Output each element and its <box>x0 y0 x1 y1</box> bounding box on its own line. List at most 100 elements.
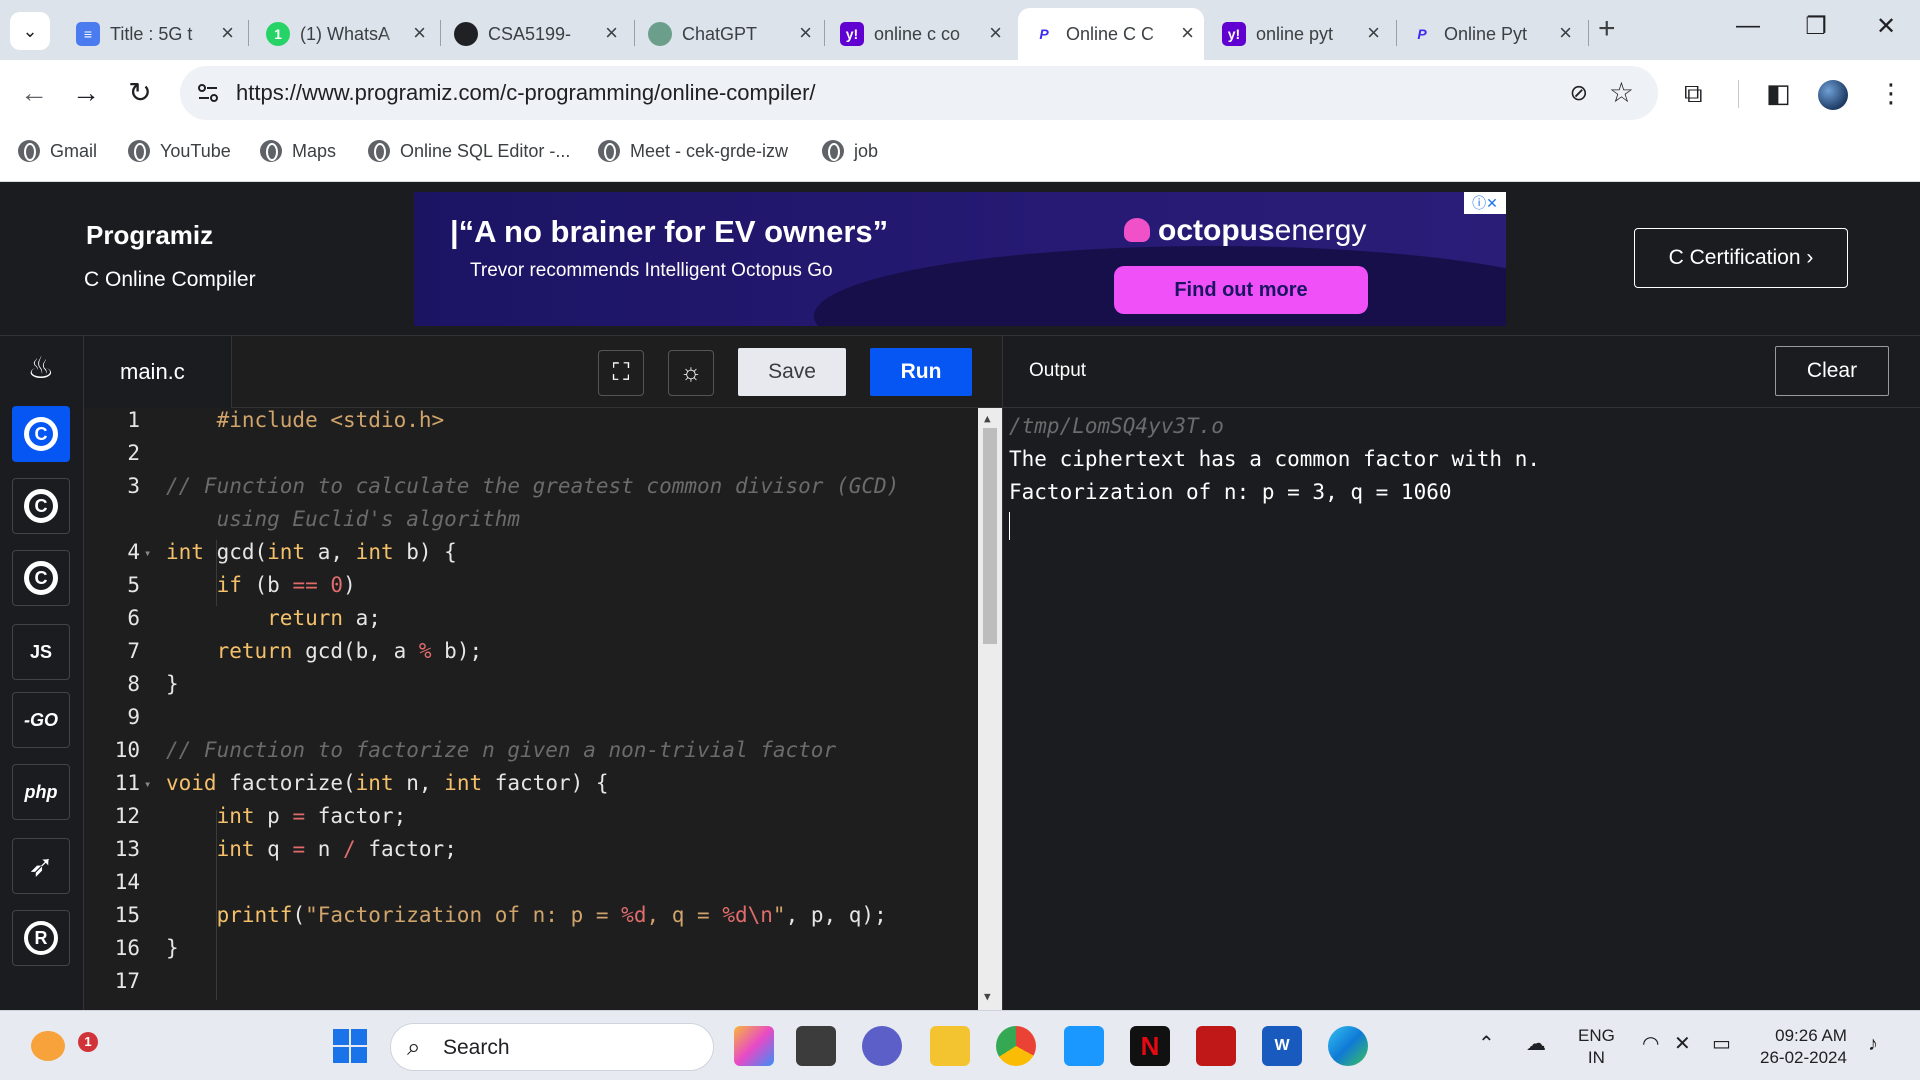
notification-bell-icon[interactable]: ♪ <box>1868 1033 1878 1055</box>
close-window-button[interactable]: ✕ <box>1866 12 1906 41</box>
text-caret <box>1009 512 1010 540</box>
close-icon[interactable]: × <box>989 22 1002 44</box>
language-csharp-icon[interactable]: C <box>12 550 70 606</box>
file-tab-main-c[interactable]: main.c <box>84 336 232 408</box>
forward-button[interactable]: → <box>68 76 104 110</box>
close-icon[interactable]: × <box>1181 22 1194 44</box>
eye-slash-icon[interactable]: ⊘ <box>1570 80 1588 106</box>
site-info-icon[interactable] <box>196 81 220 105</box>
browser-tab-active[interactable]: P Online C C × <box>1018 8 1204 60</box>
language-indicator[interactable]: ENG IN <box>1578 1025 1615 1069</box>
language-go-icon[interactable]: -GO <box>12 692 70 748</box>
code-editor[interactable]: 1 2 3 4 5 6 7 8 9 10 11 12 13 14 15 16 17 ▾ ▾ #include <st… <box>84 408 1002 1010</box>
mcafee-icon[interactable] <box>1196 1026 1236 1066</box>
close-icon[interactable]: × <box>799 22 812 44</box>
side-panel-icon[interactable]: ◧ <box>1766 78 1791 109</box>
taskbar-search-input[interactable]: ⌕ Search <box>390 1023 714 1071</box>
toolbar-divider <box>1738 80 1739 108</box>
scrollbar-thumb[interactable] <box>983 428 997 644</box>
tab-title: online c co <box>874 23 961 44</box>
browser-tab[interactable]: 1 (1) WhatsA × <box>258 8 436 60</box>
onedrive-cloud-icon[interactable]: ☁ <box>1526 1033 1546 1055</box>
file-explorer-icon[interactable] <box>930 1026 970 1066</box>
browser-tab[interactable]: y! online c co × <box>834 8 1012 60</box>
globe-icon <box>128 140 150 162</box>
speaker-muted-icon[interactable]: ✕ <box>1674 1033 1691 1055</box>
task-view-icon[interactable] <box>796 1026 836 1066</box>
fold-arrow-icon[interactable]: ▾ <box>144 777 151 791</box>
close-icon[interactable]: × <box>221 22 234 44</box>
clock[interactable]: 09:26 AM 26-02-2024 <box>1760 1025 1847 1069</box>
bookmark-sql-editor[interactable]: Online SQL Editor -... <box>368 140 570 162</box>
close-icon[interactable]: × <box>1367 22 1380 44</box>
start-button[interactable] <box>330 1026 370 1066</box>
run-button[interactable]: Run <box>870 348 972 396</box>
show-hidden-icons-chevron-up-icon[interactable]: ⌃ <box>1478 1033 1495 1055</box>
close-icon[interactable]: × <box>1559 22 1572 44</box>
browser-tab[interactable]: y! online pyt × <box>1212 8 1390 60</box>
language-cpp-icon[interactable]: C <box>12 478 70 534</box>
menu-kebab-icon[interactable]: ⋮ <box>1878 78 1904 109</box>
language-swift-icon[interactable]: ➶ <box>12 838 70 894</box>
globe-icon <box>18 140 40 162</box>
close-icon[interactable]: × <box>605 22 618 44</box>
advertisement-banner[interactable]: |“A no brainer for EV owners” Trevor rec… <box>414 192 1506 326</box>
edge-icon[interactable] <box>1328 1026 1368 1066</box>
scroll-down-arrow-icon[interactable]: ▼ <box>984 990 991 1003</box>
bookmark-meet[interactable]: Meet - cek-grde-izw <box>598 140 788 162</box>
browser-tab[interactable]: CSA5199- × <box>450 8 628 60</box>
ad-find-out-more-button[interactable]: Find out more <box>1114 266 1368 314</box>
c-certification-button[interactable]: C Certification › <box>1634 228 1848 288</box>
bookmark-maps[interactable]: Maps <box>260 140 336 162</box>
address-bar[interactable]: https://www.programiz.com/c-programming/… <box>180 66 1658 120</box>
fullscreen-icon[interactable]: ⛶ <box>598 350 644 396</box>
extensions-icon[interactable]: ⧉ <box>1684 78 1703 110</box>
bookmark-gmail[interactable]: Gmail <box>18 140 97 162</box>
output-cursor[interactable] <box>1009 509 1920 542</box>
output-console[interactable]: /tmp/LomSQ4yv3T.o The ciphertext has a c… <box>1002 408 1920 1010</box>
chrome-icon[interactable] <box>996 1026 1036 1066</box>
tab-search-dropdown-button[interactable]: ⌄ <box>10 12 50 50</box>
browser-tab[interactable]: P Online Pyt × <box>1404 8 1582 60</box>
language-c-icon[interactable]: C <box>12 406 70 462</box>
url-text[interactable]: https://www.programiz.com/c-programming/… <box>236 80 816 106</box>
profile-avatar[interactable] <box>1818 80 1848 110</box>
language-java-icon[interactable]: ♨ <box>12 340 70 396</box>
adchoices-icon[interactable]: ⓘ✕ <box>1464 192 1506 214</box>
browser-tab[interactable]: ChatGPT × <box>644 8 822 60</box>
scroll-up-arrow-icon[interactable]: ▲ <box>984 412 991 425</box>
bookmark-label: Meet - cek-grde-izw <box>630 140 789 161</box>
copilot-icon[interactable] <box>734 1026 774 1066</box>
fold-arrow-icon[interactable]: ▾ <box>144 546 151 560</box>
notification-badge: 1 <box>78 1032 98 1052</box>
reload-button[interactable]: ↻ <box>122 76 158 110</box>
battery-icon[interactable]: ▭ <box>1712 1033 1731 1055</box>
word-icon[interactable]: W <box>1262 1026 1302 1066</box>
bookmark-label: YouTube <box>160 140 231 161</box>
minimize-button[interactable]: — <box>1728 12 1768 40</box>
theme-toggle-sun-icon[interactable]: ☼ <box>668 350 714 396</box>
line-number: 1 <box>127 408 140 432</box>
save-button[interactable]: Save <box>738 348 846 396</box>
editor-scrollbar[interactable]: ▲ ▼ <box>978 408 1002 1010</box>
wifi-icon[interactable]: ◠ <box>1642 1033 1659 1055</box>
language-javascript-icon[interactable]: JS <box>12 624 70 680</box>
weather-widget-icon[interactable]: 1 <box>28 1026 98 1066</box>
prime-video-icon[interactable] <box>1064 1026 1104 1066</box>
chat-icon[interactable] <box>862 1026 902 1066</box>
back-button[interactable]: ← <box>16 76 52 110</box>
new-tab-button[interactable]: + <box>1598 14 1616 44</box>
close-icon[interactable]: × <box>413 22 426 44</box>
page-title: C Online Compiler <box>84 268 256 291</box>
netflix-icon[interactable]: N <box>1130 1026 1170 1066</box>
programiz-logo[interactable]: Programiz <box>86 220 213 251</box>
bookmark-youtube[interactable]: YouTube <box>128 140 231 162</box>
restore-button[interactable]: ❐ <box>1796 12 1836 41</box>
star-icon[interactable]: ☆ <box>1609 76 1634 109</box>
language-php-icon[interactable]: php <box>12 764 70 820</box>
language-rust-icon[interactable]: R <box>12 910 70 966</box>
browser-tab[interactable]: ≡ Title : 5G t × <box>66 8 244 60</box>
clear-button[interactable]: Clear <box>1775 346 1889 396</box>
bookmark-job[interactable]: job <box>822 140 878 162</box>
bookmark-label: Online SQL Editor -... <box>400 140 571 161</box>
